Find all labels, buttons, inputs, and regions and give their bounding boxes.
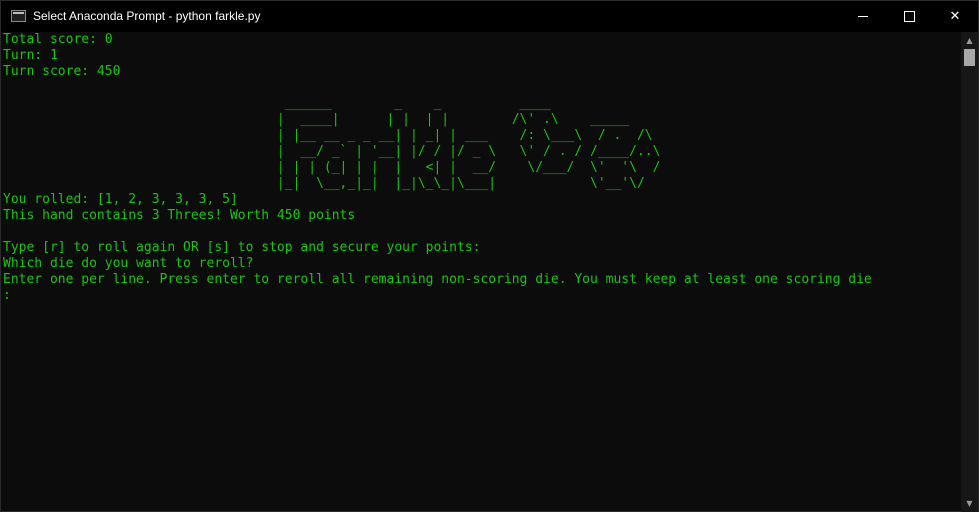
scroll-up-icon[interactable]: ▲ — [961, 32, 978, 49]
farkle-ascii-banner: ______ _ _ ____ | ____| | | | | /\' .\ _… — [276, 96, 661, 191]
roll-or-stop-prompt: Type [r] to roll again OR [s] to stop an… — [3, 240, 481, 255]
minimize-button[interactable] — [840, 1, 886, 32]
turn-score-line: Turn score: 450 — [3, 64, 121, 79]
blank-line — [3, 224, 961, 240]
close-button[interactable]: ✕ — [932, 1, 978, 32]
total-score-line: Total score: 0 — [3, 32, 113, 47]
console-app-icon — [11, 10, 26, 22]
scroll-down-icon[interactable]: ▼ — [961, 495, 978, 512]
maximize-button[interactable] — [886, 1, 932, 32]
minimize-icon — [858, 16, 868, 17]
window-title: Select Anaconda Prompt - python farkle.p… — [33, 9, 261, 23]
title-bar[interactable]: Select Anaconda Prompt - python farkle.p… — [1, 1, 978, 32]
vertical-scrollbar[interactable]: ▲ ▼ — [961, 32, 978, 512]
turn-line: Turn: 1 — [3, 48, 58, 63]
reroll-question: Which die do you want to reroll? — [3, 256, 254, 271]
hand-score-line: This hand contains 3 Threes! Worth 450 p… — [3, 208, 356, 223]
close-icon: ✕ — [949, 9, 961, 24]
console-output[interactable]: Total score: 0 Turn: 1 Turn score: 450 _… — [3, 32, 961, 510]
maximize-icon — [903, 11, 915, 22]
reroll-instructions: Enter one per line. Press enter to rerol… — [3, 272, 872, 287]
console-window: Select Anaconda Prompt - python farkle.p… — [0, 0, 979, 512]
scrollbar-thumb[interactable] — [964, 49, 975, 66]
input-prompt[interactable]: : — [3, 288, 961, 304]
roll-result-line: You rolled: [1, 2, 3, 3, 3, 5] — [3, 192, 238, 207]
